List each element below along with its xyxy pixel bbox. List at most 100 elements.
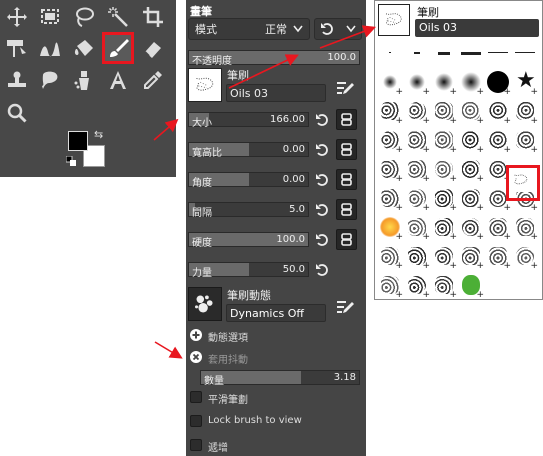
brush-thumbnail[interactable]: +: [405, 215, 430, 242]
brush-thumbnail[interactable]: +: [432, 186, 457, 213]
brush-thumbnail[interactable]: +: [378, 70, 403, 97]
brush-thumbnail[interactable]: +: [432, 157, 457, 184]
brush-thumbnail[interactable]: +: [513, 128, 538, 155]
brush-thumbnail[interactable]: +: [432, 128, 457, 155]
brush-thumbnail[interactable]: +: [459, 128, 484, 155]
lock-brush-checkbox[interactable]: [190, 415, 202, 427]
brush-thumbnail[interactable]: +: [459, 273, 484, 300]
size-slider[interactable]: 大小 166.00: [188, 112, 309, 129]
brush-thumbnail[interactable]: [432, 41, 456, 65]
smooth-stroke-checkbox[interactable]: [190, 391, 202, 403]
brush-thumbnail[interactable]: +: [378, 273, 403, 300]
aspect-link-button[interactable]: [336, 139, 357, 160]
color-picker-tool[interactable]: [140, 67, 166, 93]
expand-plus-icon[interactable]: [190, 329, 202, 341]
mode-reset-combo[interactable]: [314, 18, 362, 40]
bucket-fill-tool[interactable]: [71, 35, 97, 61]
brush-thumbnail[interactable]: +: [459, 157, 484, 184]
aspect-slider[interactable]: 寬高比 0.00: [188, 142, 309, 159]
brush-thumbnail[interactable]: [513, 273, 537, 297]
rect-select-tool[interactable]: [37, 4, 63, 30]
clone-tool[interactable]: [4, 67, 30, 93]
brush-thumbnail[interactable]: [486, 273, 510, 297]
brush-thumbnail[interactable]: ★ +: [513, 70, 538, 97]
brush-thumbnail[interactable]: +: [405, 128, 430, 155]
brush-thumbnail[interactable]: +: [432, 244, 457, 271]
aspect-reset-icon[interactable]: [315, 143, 329, 157]
brush-thumbnail[interactable]: +: [378, 128, 403, 155]
fuzzy-select-tool[interactable]: [105, 4, 131, 30]
brush-thumbnail[interactable]: +: [405, 273, 430, 300]
brush-thumbnail[interactable]: +: [486, 128, 511, 155]
zoom-tool[interactable]: [4, 100, 30, 126]
jitter-checkbox-checked-icon[interactable]: [190, 351, 202, 363]
brush-thumbnail[interactable]: +: [513, 99, 538, 126]
spacing-link-button[interactable]: [336, 199, 357, 220]
popup-brush-name[interactable]: Oils 03: [415, 19, 539, 37]
brush-thumbnail[interactable]: +: [432, 215, 457, 242]
angle-reset-icon[interactable]: [315, 173, 329, 187]
brush-thumbnail[interactable]: +: [432, 70, 457, 97]
brush-thumbnail[interactable]: +: [486, 215, 511, 242]
brush-thumbnail[interactable]: [405, 41, 429, 65]
force-reset-icon[interactable]: [315, 263, 329, 277]
brush-thumbnail[interactable]: [459, 41, 483, 65]
brush-thumbnail[interactable]: +: [459, 215, 484, 242]
lock-brush-label[interactable]: Lock brush to view: [208, 415, 302, 426]
dynamics-preview-button[interactable]: [188, 287, 222, 321]
angle-link-button[interactable]: [336, 169, 357, 190]
hardness-slider[interactable]: 硬度 100.0: [188, 232, 309, 249]
brush-thumbnail[interactable]: +: [459, 70, 484, 97]
brush-thumbnail[interactable]: +: [513, 244, 538, 271]
spacing-slider[interactable]: 間隔 5.0: [188, 202, 309, 219]
brush-thumbnail[interactable]: +: [405, 244, 430, 271]
paintbrush-tool[interactable]: [102, 32, 134, 64]
brush-thumbnail[interactable]: [486, 41, 510, 65]
incremental-label[interactable]: 遞增: [208, 439, 228, 454]
angle-slider[interactable]: 角度 0.00: [188, 172, 309, 189]
free-select-tool[interactable]: [71, 4, 97, 30]
size-link-button[interactable]: [336, 109, 357, 130]
dodge-burn-tool[interactable]: [71, 67, 97, 93]
brush-thumbnail[interactable]: +: [486, 244, 511, 271]
brush-thumbnail[interactable]: [378, 41, 402, 65]
brush-thumbnail[interactable]: +: [432, 99, 457, 126]
eraser-tool[interactable]: [140, 35, 166, 61]
edit-dynamics-icon[interactable]: [335, 298, 355, 318]
brush-thumbnail[interactable]: +: [378, 99, 403, 126]
text-tool[interactable]: [105, 67, 131, 93]
crop-tool[interactable]: [140, 4, 166, 30]
brush-thumbnail[interactable]: +: [378, 186, 403, 213]
spacing-reset-icon[interactable]: [315, 203, 329, 217]
brush-thumbnail[interactable]: +: [486, 99, 511, 126]
hardness-reset-icon[interactable]: [315, 233, 329, 247]
brush-thumbnail[interactable]: +: [405, 99, 430, 126]
brush-thumbnail[interactable]: +: [405, 70, 430, 97]
jitter-label[interactable]: 套用抖動: [208, 351, 248, 366]
brush-thumbnail[interactable]: +: [459, 99, 484, 126]
brush-thumbnail[interactable]: +: [459, 186, 484, 213]
brush-thumbnail[interactable]: +: [459, 244, 484, 271]
opacity-slider[interactable]: 不透明度 100.0: [188, 50, 360, 67]
dynamics-field[interactable]: Dynamics Off: [226, 304, 326, 322]
brush-thumbnail[interactable]: +: [378, 157, 403, 184]
brush-thumbnail[interactable]: +: [432, 273, 457, 300]
brush-thumbnail[interactable]: +: [405, 186, 430, 213]
dynamics-options-label[interactable]: 動態選項: [208, 329, 248, 344]
force-slider[interactable]: 力量 50.0: [188, 262, 309, 279]
move-tool[interactable]: [4, 4, 30, 30]
brush-thumbnail[interactable]: +: [486, 70, 511, 97]
brush-thumbnail[interactable]: +: [378, 244, 403, 271]
swap-colors-icon[interactable]: ⇆: [94, 128, 103, 141]
brush-name-field[interactable]: Oils 03: [226, 84, 326, 102]
amount-slider[interactable]: 數量 3.18: [200, 370, 360, 387]
hardness-link-button[interactable]: [336, 229, 357, 250]
reset-colors-icon[interactable]: [66, 156, 76, 166]
size-reset-icon[interactable]: [315, 113, 329, 127]
edit-brush-icon[interactable]: [335, 79, 355, 99]
incremental-checkbox[interactable]: [190, 439, 202, 451]
mode-combo[interactable]: 模式 正常: [188, 18, 310, 40]
brush-thumbnail[interactable]: +: [513, 215, 538, 242]
brush-preview-button[interactable]: [188, 68, 222, 102]
foreground-color-swatch[interactable]: [68, 131, 88, 151]
